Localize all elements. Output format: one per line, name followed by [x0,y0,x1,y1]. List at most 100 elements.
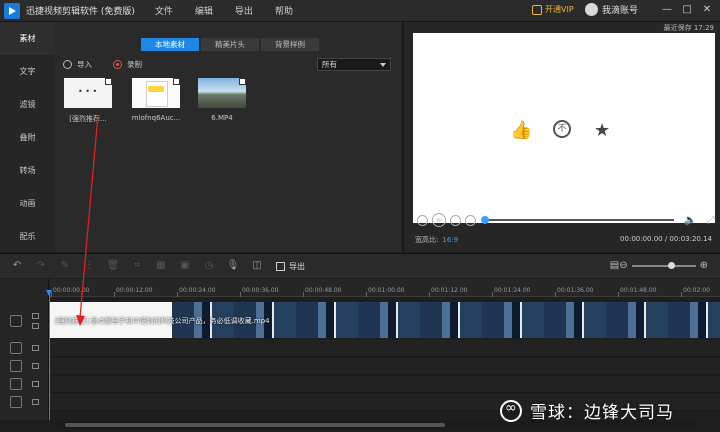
menu-bar: 文件 编辑 导出 帮助 [155,4,315,17]
music-track[interactable] [49,376,720,393]
lock-icon[interactable] [32,313,39,319]
record-button[interactable]: 录制 [113,59,142,70]
split-icon[interactable]: ⋮ [82,260,96,272]
delete-icon[interactable]: 🗑 [106,260,120,272]
vip-button[interactable]: 开通VIP [532,4,574,15]
zoom-out-icon[interactable]: ⊖ [619,260,627,271]
menu-edit[interactable]: 编辑 [195,4,213,17]
nav-item-overlay[interactable]: 叠附 [0,121,55,154]
screenshot-icon[interactable]: ◫ [250,260,264,272]
ruler-tick-label: 00:02:00 [683,287,710,294]
playback-progress[interactable] [481,216,674,224]
clip-label: [强烈推荐] 盘点那些手机中便利的科技公司产品，务必低调收藏.mp4 [55,317,270,325]
lock-icon[interactable] [32,381,39,387]
account-button[interactable]: 我滴账号 [585,3,638,16]
playhead[interactable] [46,290,52,420]
undo-icon[interactable]: ↶ [10,260,24,272]
mosaic-icon[interactable]: ▦ [154,260,168,272]
ruler-tick [681,292,682,297]
media-filter-select[interactable]: 所有 [317,58,391,71]
snowball-logo-icon [500,399,522,422]
media-item[interactable]: [强烈推荐... [64,78,112,123]
nav-item-text[interactable]: 文字 [0,55,55,88]
aspect-label: 宽高比: [415,236,439,244]
avatar [585,3,598,16]
ruler-tick [618,292,619,297]
record-label: 录制 [127,60,142,69]
aspect-value[interactable]: 16:9 [442,236,458,244]
zoom-slider[interactable] [631,261,696,269]
mute-icon[interactable] [32,323,39,329]
menu-export[interactable]: 导出 [235,4,253,17]
overlay-track[interactable] [49,340,720,357]
volume-icon[interactable]: 🔈 [684,215,696,226]
minimize-icon[interactable]: — [660,4,674,16]
redo-icon[interactable]: ↷ [34,260,48,272]
export-label: 导出 [289,261,305,271]
vip-label: 开通VIP [545,5,574,14]
menu-file[interactable]: 文件 [155,4,173,17]
tab-local-materials[interactable]: 本地素材 [141,38,199,51]
freeze-icon[interactable]: ▣ [178,260,192,272]
progress-knob[interactable] [481,216,489,224]
text-track-icon [10,360,22,372]
ruler-tick-label: 00:00:48.00 [305,287,342,294]
tab-intros[interactable]: 精美片头 [201,38,259,51]
video-track[interactable]: [强烈推荐] 盘点那些手机中便利的科技公司产品，务必低调收藏.mp4 [49,302,720,338]
ruler-tick-label: 00:00:12.00 [116,287,153,294]
fullscreen-icon[interactable]: ⤢ [706,215,714,226]
lock-icon[interactable] [32,363,39,369]
tab-backgrounds[interactable]: 背景样例 [261,38,319,51]
fit-timeline-icon[interactable]: ▤ [610,260,619,271]
lock-icon[interactable] [32,345,39,351]
next-frame-icon[interactable] [450,214,461,226]
mic-icon[interactable]: 🎙 [226,260,240,272]
last-saved-text: 最近保存 17:29 [663,24,714,32]
ruler-tick [114,292,115,297]
ruler-tick [177,292,178,297]
ruler-tick [303,292,304,297]
import-button[interactable]: 导入 [63,59,92,70]
speed-icon[interactable]: ◷ [202,260,216,272]
timeline-ruler[interactable]: 00:00:00.00 00:00:12.00 00:00:24.00 00:00:3… [49,279,720,297]
close-icon[interactable]: ✕ [700,4,714,16]
media-type-icon [173,78,180,85]
prev-frame-icon[interactable] [417,214,428,226]
nav-item-transitions[interactable]: 转场 [0,154,55,187]
left-nav: 素材 文字 滤镜 叠附 转场 动画 配乐 [0,22,55,252]
overlay-track-icon [10,342,22,354]
edit-icon[interactable]: ✎ [58,260,72,272]
media-item[interactable]: mlofnq6Auc... [132,78,180,122]
scrollbar-thumb[interactable] [65,423,445,427]
zoom-in-icon[interactable]: ⊕ [700,260,708,271]
text-track[interactable] [49,358,720,375]
preview-screen[interactable]: 👍 不 ★ [413,33,715,223]
media-item[interactable]: 6.MP4 [198,78,246,122]
stop-icon[interactable] [465,214,476,226]
nav-item-filters[interactable]: 滤镜 [0,88,55,121]
ruler-tick [555,292,556,297]
nav-item-animation[interactable]: 动画 [0,187,55,220]
track-headers [0,279,49,420]
maximize-icon[interactable]: □ [680,4,694,16]
crop-icon[interactable]: ⌗ [130,260,144,272]
zoom-control: ▤ ⊖ ⊕ [610,260,708,271]
media-type-icon [105,78,112,85]
export-button[interactable]: 导出 [276,261,305,272]
ruler-tick [492,292,493,297]
ruler-tick [429,292,430,297]
music-track-icon [10,378,22,390]
lock-icon[interactable] [32,399,39,405]
nav-item-music[interactable]: 配乐 [0,220,55,253]
nav-item-materials[interactable]: 素材 [0,22,55,55]
watermark: 雪球：边锋大司马 [500,398,674,423]
watermark-text: 雪球：边锋大司马 [530,403,674,423]
play-icon[interactable] [432,213,446,227]
aspect-ratio[interactable]: 宽高比: 16:9 [415,235,458,245]
preview-panel: 最近保存 17:29 👍 不 ★ 🔈 ⤢ 宽高比: 16:9 00:00:00.0… [404,22,720,252]
ruler-tick-label: 00:00:00.00 [53,287,90,294]
vip-diamond-icon [532,4,542,15]
ruler-tick-label: 00:01:12.00 [431,287,468,294]
ruler-tick-label: 00:01:00.00 [368,287,405,294]
menu-help[interactable]: 帮助 [275,4,293,17]
